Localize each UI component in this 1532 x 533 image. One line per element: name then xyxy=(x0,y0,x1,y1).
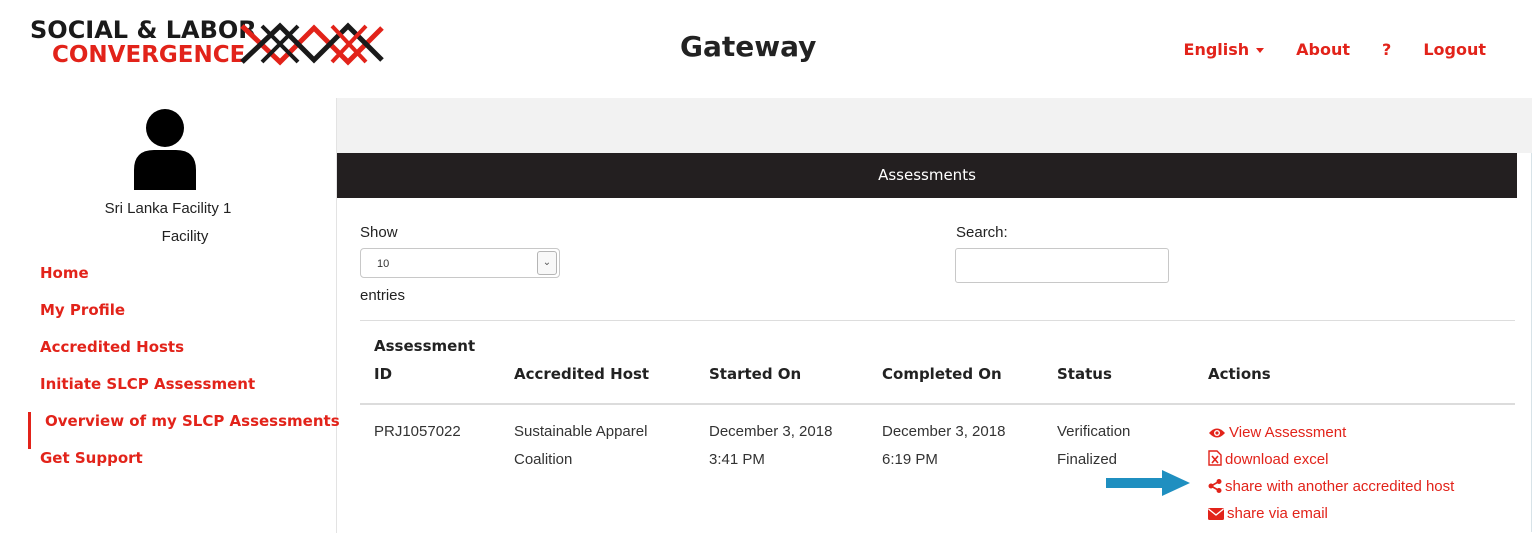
eye-icon xyxy=(1209,428,1225,438)
sidebar-item-initiate-assessment[interactable]: Initiate SLCP Assessment xyxy=(0,375,336,412)
blue-arrow-icon xyxy=(1106,470,1190,496)
cell-assessment-id: PRJ1057022 xyxy=(374,423,461,440)
facility-name: Sri Lanka Facility 1 xyxy=(104,200,232,217)
started-time: 3:41 PM xyxy=(709,451,765,468)
show-label: Show xyxy=(360,224,398,241)
host-line2: Coalition xyxy=(514,451,573,468)
logo-line-2: CONVERGENCE xyxy=(52,42,246,68)
facility-type: Facility xyxy=(161,228,209,245)
header-actions: Actions xyxy=(1208,365,1271,383)
cell-accredited-host: Sustainable Apparel Coalition xyxy=(514,418,647,474)
top-navigation: English About ? Logout xyxy=(1152,40,1486,59)
sidebar-menu: Home My Profile Accredited Hosts Initiat… xyxy=(0,264,340,486)
cell-started-on: December 3, 2018 3:41 PM xyxy=(709,418,832,474)
caret-down-icon xyxy=(1256,48,1265,53)
user-avatar-icon xyxy=(134,109,196,190)
content-top-band xyxy=(337,98,1532,153)
table-header-divider xyxy=(360,403,1515,405)
cell-status: Verification Finalized xyxy=(1057,418,1130,474)
help-link[interactable]: ? xyxy=(1382,40,1391,59)
completed-time: 6:19 PM xyxy=(882,451,938,468)
entries-length-select[interactable]: 10 ⌄ xyxy=(360,248,560,278)
table-top-divider xyxy=(360,320,1515,321)
host-line1: Sustainable Apparel xyxy=(514,423,648,440)
header-completed-on[interactable]: Completed On xyxy=(882,360,1002,388)
entries-length-value: 10 xyxy=(377,258,390,270)
share-email-label: share via email xyxy=(1227,505,1328,522)
select-arrows-icon: ⌄ xyxy=(537,251,557,275)
cell-actions: View Assessment download excel share wit… xyxy=(1208,419,1454,527)
header-started-on[interactable]: Started On xyxy=(709,360,801,388)
envelope-icon xyxy=(1208,508,1224,520)
completed-date: December 3, 2018 xyxy=(882,423,1006,440)
header: SOCIAL & LABOR CONVERGENCE Gateway Engli… xyxy=(0,0,1532,98)
download-excel-label: download excel xyxy=(1225,451,1329,468)
header-assessment-id[interactable]: Assessment ID xyxy=(374,332,475,388)
view-assessment-label: View Assessment xyxy=(1229,424,1347,441)
header-accredited-host[interactable]: Accredited Host xyxy=(514,360,649,388)
app-title: Gateway xyxy=(680,30,817,63)
language-label: English xyxy=(1183,40,1250,59)
sidebar-item-my-profile[interactable]: My Profile xyxy=(0,301,336,338)
search-label: Search: xyxy=(956,224,1008,241)
download-excel-link[interactable]: download excel xyxy=(1208,446,1454,473)
status-line1: Verification xyxy=(1057,423,1131,440)
sidebar-item-accredited-hosts[interactable]: Accredited Hosts xyxy=(0,338,336,375)
cell-completed-on: December 3, 2018 6:19 PM xyxy=(882,418,1005,474)
logo-line-1: SOCIAL & LABOR xyxy=(30,16,257,44)
sidebar-item-home[interactable]: Home xyxy=(0,264,336,301)
share-host-label: share with another accredited host xyxy=(1225,478,1455,495)
brand-logo[interactable]: SOCIAL & LABOR CONVERGENCE xyxy=(30,16,384,76)
started-date: December 3, 2018 xyxy=(709,423,833,440)
share-host-link[interactable]: share with another accredited host xyxy=(1208,473,1454,500)
share-icon xyxy=(1208,479,1222,493)
search-input[interactable] xyxy=(955,248,1169,283)
header-id-line1: Assessment xyxy=(374,337,476,355)
sidebar-item-get-support[interactable]: Get Support xyxy=(0,449,336,486)
sidebar: Sri Lanka Facility 1 Facility Home My Pr… xyxy=(0,98,340,533)
entries-label: entries xyxy=(360,287,406,304)
share-email-link[interactable]: share via email xyxy=(1208,500,1454,527)
logo-crosshatch-icon xyxy=(240,22,384,66)
header-status[interactable]: Status xyxy=(1057,360,1112,388)
about-link[interactable]: About xyxy=(1296,40,1350,59)
sidebar-item-overview-assessments[interactable]: Overview of my SLCP Assessments xyxy=(28,412,340,449)
logout-link[interactable]: Logout xyxy=(1423,40,1486,59)
excel-file-icon xyxy=(1208,450,1222,466)
header-id-line2: ID xyxy=(374,365,393,383)
panel-title: Assessments xyxy=(337,153,1517,198)
view-assessment-link[interactable]: View Assessment xyxy=(1208,419,1454,446)
language-dropdown[interactable]: English xyxy=(1184,40,1265,59)
